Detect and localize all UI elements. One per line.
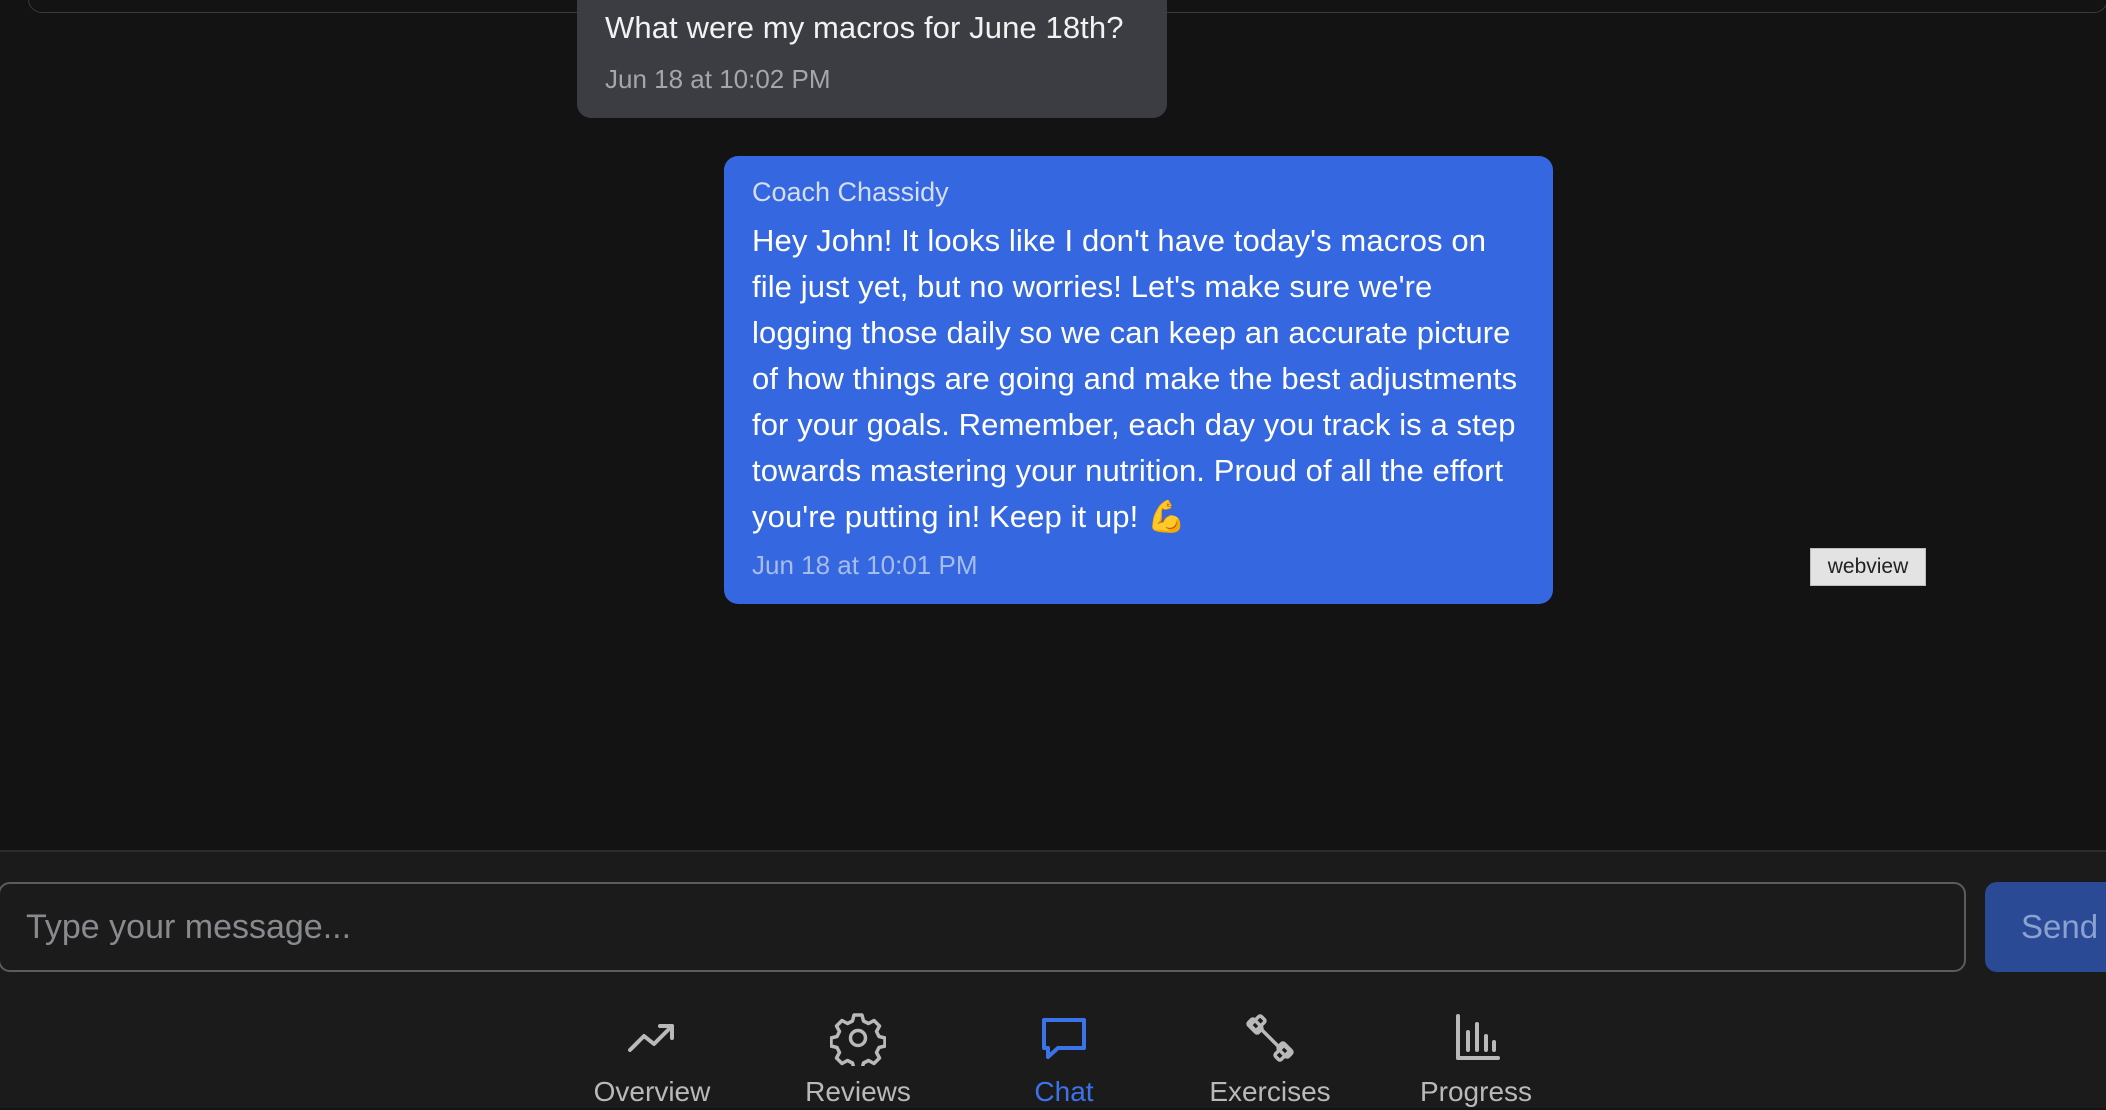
bottom-tab-bar: Overview Reviews Chat Exercises Progress (0, 1002, 2106, 1110)
coach-sender-name: Coach Chassidy (752, 177, 949, 207)
send-button[interactable]: Send (1985, 882, 2106, 972)
chat-thread: What were my macros for June 18th? Jun 1… (0, 0, 2106, 850)
tab-reviews-label: Reviews (805, 1076, 911, 1107)
tab-exercises[interactable]: Exercises (1185, 1002, 1355, 1110)
user-message-bubble: What were my macros for June 18th? Jun 1… (577, 0, 1167, 118)
tab-chat[interactable]: Chat (979, 1002, 1149, 1110)
tab-chat-label: Chat (1034, 1076, 1094, 1107)
bar-chart-icon (1456, 1014, 1500, 1060)
webview-label: webview (1810, 548, 1926, 586)
chat-bubble-icon (1042, 1018, 1086, 1059)
user-message-text: What were my macros for June 18th? (605, 10, 1124, 45)
tab-overview[interactable]: Overview (567, 1002, 737, 1110)
coach-message-timestamp: Jun 18 at 10:01 PM (752, 550, 978, 580)
coach-message-text: Hey John! It looks like I don't have tod… (752, 223, 1518, 534)
tab-reviews[interactable]: Reviews (773, 1002, 943, 1110)
user-message-timestamp: Jun 18 at 10:02 PM (605, 64, 831, 94)
tab-progress-label: Progress (1419, 1076, 1533, 1107)
dumbbell-icon (1246, 1014, 1294, 1062)
message-input[interactable] (0, 882, 1966, 972)
tab-progress[interactable]: Progress (1391, 1002, 1561, 1110)
coach-message-bubble: Coach Chassidy Hey John! It looks like I… (724, 156, 1553, 604)
tab-overview-label: Overview (593, 1076, 711, 1107)
message-composer: Send Overview Reviews Chat (0, 850, 2106, 1108)
gear-icon (830, 1013, 886, 1066)
tab-exercises-label: Exercises (1209, 1076, 1331, 1107)
trending-up-icon (628, 1024, 674, 1052)
